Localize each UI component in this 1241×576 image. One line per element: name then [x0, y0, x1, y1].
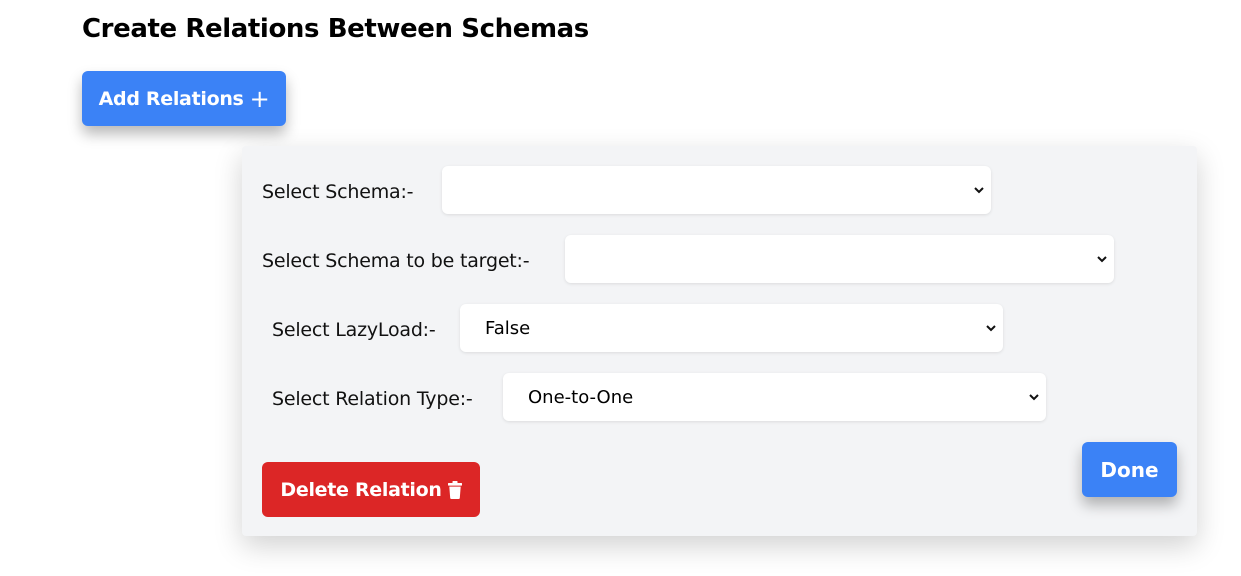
delete-relation-button[interactable]: Delete Relation [262, 462, 480, 517]
chevron-down-icon [974, 187, 984, 194]
lazyload-label: Select LazyLoad:- [272, 319, 436, 341]
schema-label: Select Schema:- [262, 181, 414, 203]
relation-type-label: Select Relation Type:- [272, 388, 473, 410]
target-select[interactable] [565, 235, 1114, 283]
add-relations-label: Add Relations [98, 87, 244, 110]
done-button[interactable]: Done [1082, 442, 1177, 497]
relation-type-row: Select Relation Type:- [272, 375, 473, 423]
relation-form-panel: Select Schema:- Select Schema to be targ… [242, 146, 1197, 536]
schema-select[interactable] [442, 166, 991, 214]
target-row: Select Schema to be target:- [262, 237, 530, 285]
chevron-down-icon [1029, 394, 1039, 401]
chevron-down-icon [986, 325, 996, 332]
page-title: Create Relations Between Schemas [82, 14, 589, 44]
lazyload-select[interactable]: False [460, 304, 1003, 352]
add-relations-button[interactable]: Add Relations + [82, 71, 286, 126]
schema-row: Select Schema:- [262, 168, 414, 216]
chevron-down-icon [1097, 256, 1107, 263]
relation-type-select-value: One-to-One [528, 386, 634, 408]
lazyload-row: Select LazyLoad:- [272, 306, 436, 354]
trash-icon [447, 480, 462, 499]
target-label: Select Schema to be target:- [262, 250, 530, 272]
relation-type-select[interactable]: One-to-One [503, 373, 1046, 421]
delete-relation-label: Delete Relation [280, 478, 442, 501]
lazyload-select-value: False [485, 317, 531, 339]
plus-icon: + [249, 84, 270, 113]
